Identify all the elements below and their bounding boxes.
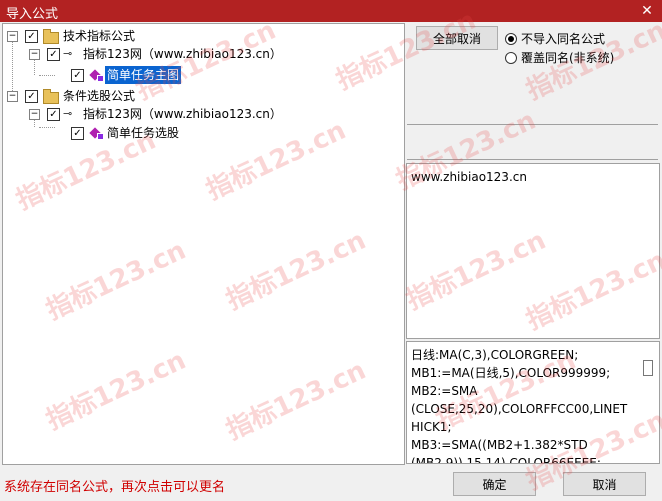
tree-checkbox[interactable]: ✓	[71, 127, 84, 140]
import-formula-dialog: 导入公式 ✕ − ✓ 技术指标公式 − ✓ ⊸ 指标123网（www.zhibi…	[0, 0, 662, 501]
tree-checkbox[interactable]: ✓	[71, 69, 84, 82]
tree-node-label: 指标123网（www.zhibiao123.cn）	[83, 107, 282, 121]
key-icon: ⊸	[63, 107, 73, 120]
tree-node-label: 技术指标公式	[63, 29, 136, 43]
radio-overwrite[interactable]	[505, 51, 517, 64]
tree-checkbox[interactable]: ✓	[25, 90, 38, 103]
ok-button[interactable]: 确定	[453, 472, 536, 496]
collapse-toggle[interactable]: −	[29, 49, 40, 60]
collapse-toggle[interactable]: −	[7, 91, 18, 102]
tree-checkbox[interactable]: ✓	[47, 108, 60, 121]
collapse-toggle[interactable]: −	[7, 31, 18, 42]
folder-icon	[43, 29, 59, 44]
formula-badge-icon	[97, 75, 104, 82]
status-message: 系统存在同名公式，再次点击可以更名	[4, 480, 226, 495]
radio-no-import[interactable]	[505, 32, 517, 45]
folder-icon	[43, 89, 59, 104]
window-title: 导入公式	[6, 7, 59, 22]
scrollbar-thumb[interactable]	[643, 360, 653, 376]
tree-checkbox[interactable]: ✓	[47, 48, 60, 61]
tree-node-label: 条件选股公式	[63, 89, 136, 103]
key-icon: ⊸	[63, 47, 73, 60]
collapse-toggle[interactable]: −	[29, 109, 40, 120]
title-bar: 导入公式 ✕	[0, 0, 662, 22]
tree-checkbox[interactable]: ✓	[25, 30, 38, 43]
